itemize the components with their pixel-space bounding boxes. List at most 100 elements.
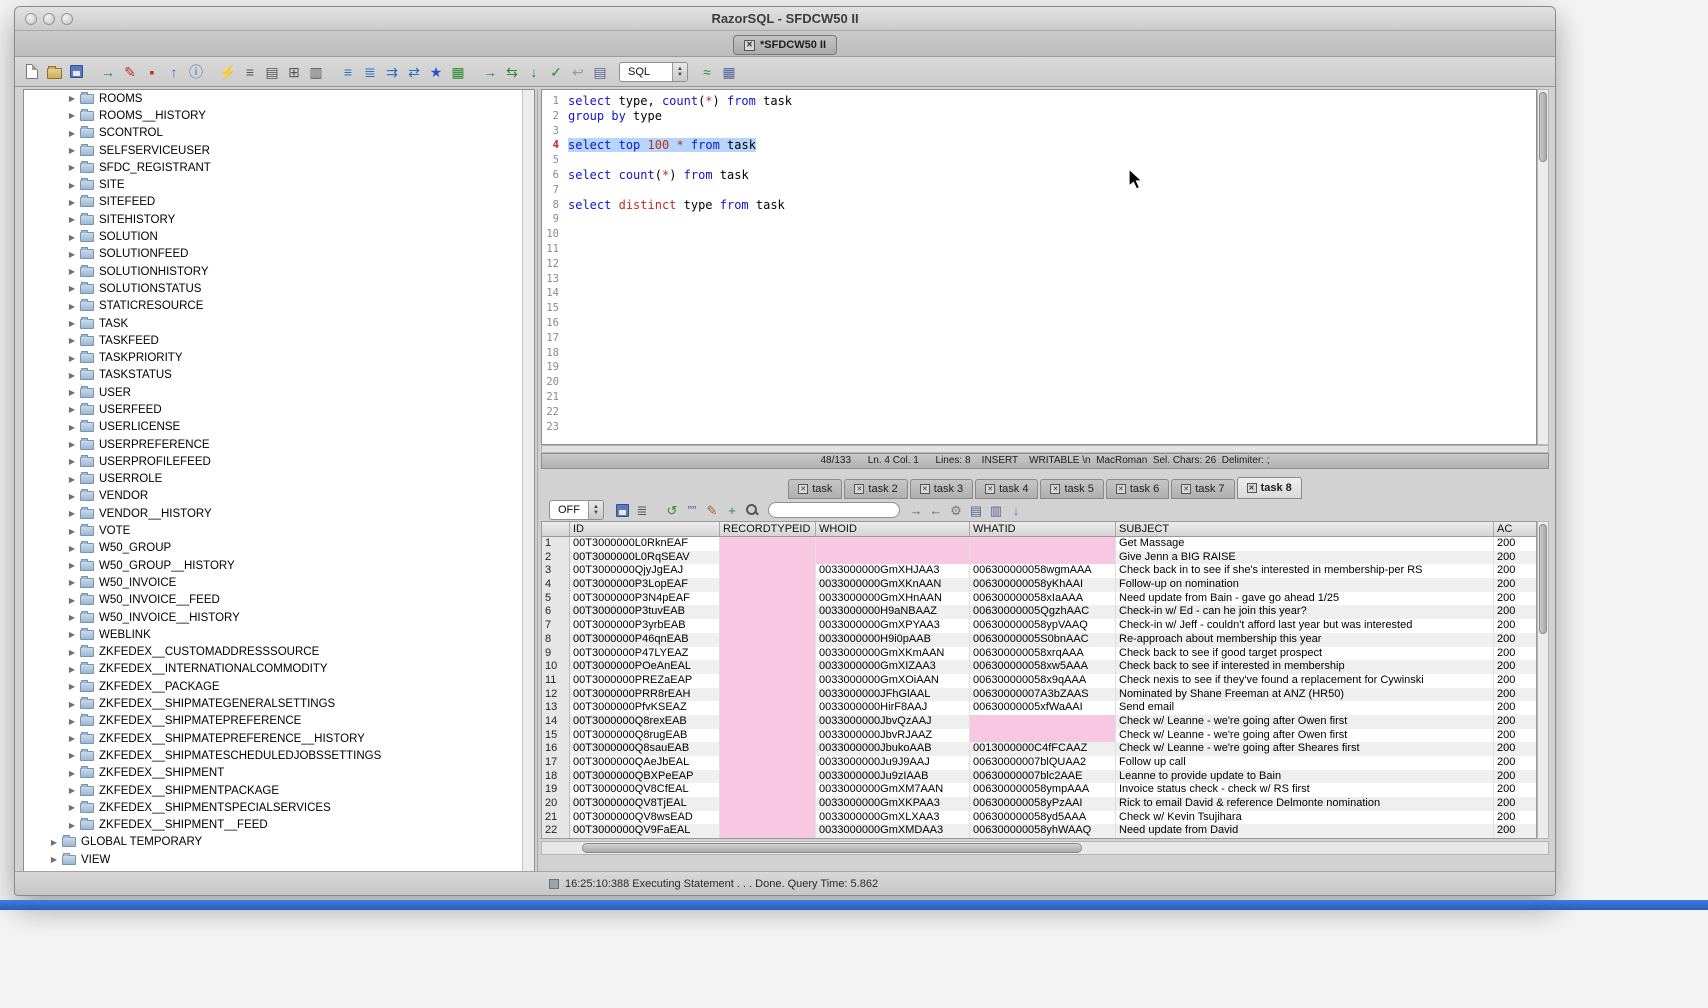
- scrollbar-thumb[interactable]: [582, 843, 1082, 853]
- expand-triangle-icon[interactable]: ▶: [66, 475, 78, 484]
- go-forward-icon[interactable]: →: [480, 62, 500, 82]
- results-tab[interactable]: ✕task 8: [1237, 477, 1302, 499]
- new-file-icon[interactable]: [22, 62, 42, 82]
- expand-triangle-icon[interactable]: ▶: [66, 613, 78, 622]
- tree-item[interactable]: ▶WEBLINK: [24, 626, 534, 643]
- table-cell[interactable]: 00T3000000P3yrbEAB: [570, 619, 720, 633]
- table-row[interactable]: 1100T3000000PREZaEAP0033000000GmXOiAAN00…: [542, 674, 1536, 688]
- table-cell[interactable]: 200: [1494, 742, 1537, 756]
- table-cell[interactable]: [720, 592, 816, 606]
- expand-triangle-icon[interactable]: ▶: [66, 544, 78, 553]
- open-file-icon[interactable]: [44, 62, 64, 82]
- expand-triangle-icon[interactable]: ▶: [66, 751, 78, 760]
- table-cell[interactable]: [720, 811, 816, 825]
- expand-triangle-icon[interactable]: ▶: [66, 181, 78, 190]
- edit-cell-icon[interactable]: ✎: [703, 501, 721, 519]
- table-cell[interactable]: 00T3000000L0RqSEAV: [570, 551, 720, 565]
- table-cell[interactable]: 00T3000000P46qnEAB: [570, 633, 720, 647]
- tree-item[interactable]: ▶GLOBAL TEMPORARY: [24, 834, 534, 851]
- tab-close-icon[interactable]: ✕: [985, 484, 995, 494]
- table-cell[interactable]: [720, 660, 816, 674]
- table-cell[interactable]: [720, 729, 816, 743]
- table-cell[interactable]: [720, 578, 816, 592]
- paste-icon[interactable]: ▥: [306, 62, 326, 82]
- table-row[interactable]: 1800T3000000QBXPeEAP0033000000Ju9zIAAB00…: [542, 770, 1536, 784]
- table-cell[interactable]: 200: [1494, 797, 1537, 811]
- table-edit-icon[interactable]: ▦: [448, 62, 468, 82]
- log-icon[interactable]: ▤: [590, 62, 610, 82]
- tree-vscrollbar[interactable]: [522, 90, 534, 874]
- swap-icon[interactable]: ⇆: [502, 62, 522, 82]
- results-tab[interactable]: ✕task 2: [844, 479, 907, 499]
- table-cell[interactable]: 0013000000C4fFCAAZ: [970, 742, 1116, 756]
- table-row[interactable]: 2200T3000000QV9FaEAL0033000000GmXMDAA300…: [542, 824, 1536, 838]
- table-cell[interactable]: [720, 619, 816, 633]
- expand-triangle-icon[interactable]: ▶: [66, 423, 78, 432]
- table-cell[interactable]: 200: [1494, 551, 1537, 565]
- tree-item[interactable]: ▶USERFEED: [24, 401, 534, 418]
- table-cell[interactable]: 00T3000000P3LopEAF: [570, 578, 720, 592]
- expand-triangle-icon[interactable]: ▶: [66, 388, 78, 397]
- table-cell[interactable]: 006300000058ypVAAQ: [970, 619, 1116, 633]
- table-cell[interactable]: 0033000000GmXKnAAN: [816, 578, 970, 592]
- expand-triangle-icon[interactable]: ▶: [66, 111, 78, 120]
- table-cell[interactable]: [970, 551, 1116, 565]
- statement-type-select[interactable]: SQL ▲▼: [619, 62, 688, 82]
- undo-icon[interactable]: ↩: [568, 62, 588, 82]
- table-cell[interactable]: Nominated by Shane Freeman at ANZ (HR50): [1116, 688, 1494, 702]
- expand-triangle-icon[interactable]: ▶: [66, 665, 78, 674]
- table-cell[interactable]: 0033000000HirF8AAJ: [816, 701, 970, 715]
- table-cell[interactable]: Give Jenn a BIG RAISE: [1116, 551, 1494, 565]
- table-cell[interactable]: Check nexis to see if they've found a re…: [1116, 674, 1494, 688]
- expand-triangle-icon[interactable]: ▶: [66, 509, 78, 518]
- table-cell[interactable]: [720, 715, 816, 729]
- table-cell[interactable]: 00T3000000Q8rexEAB: [570, 715, 720, 729]
- table-cell[interactable]: 00630000007blQUAA2: [970, 756, 1116, 770]
- column-header[interactable]: SUBJECT: [1116, 522, 1494, 536]
- expand-triangle-icon[interactable]: ▶: [66, 198, 78, 207]
- expand-triangle-icon[interactable]: ▶: [66, 682, 78, 691]
- table-cell[interactable]: 00T3000000L0RknEAF: [570, 537, 720, 551]
- table-cell[interactable]: 00T3000000QAeJbEAL: [570, 756, 720, 770]
- row-limit-spinner[interactable]: OFF ▲▼: [549, 500, 604, 520]
- table-cell[interactable]: 00T3000000QjyJgEAJ: [570, 564, 720, 578]
- table-cell[interactable]: 00630000007A3bZAAS: [970, 688, 1116, 702]
- column-header[interactable]: WHATID: [970, 522, 1116, 536]
- tree-item[interactable]: ▶SOLUTIONSTATUS: [24, 280, 534, 297]
- table-cell[interactable]: 200: [1494, 647, 1537, 661]
- tree-item[interactable]: ▶SCONTROL: [24, 125, 534, 142]
- table-cell[interactable]: [720, 742, 816, 756]
- table-cell[interactable]: 006300000058x9qAAA: [970, 674, 1116, 688]
- save-results-icon[interactable]: [613, 501, 631, 519]
- edit-red-icon[interactable]: ✎: [120, 62, 140, 82]
- tree-item[interactable]: ▶USERLICENSE: [24, 419, 534, 436]
- expand-triangle-icon[interactable]: ▶: [66, 803, 78, 812]
- expand-triangle-icon[interactable]: ▶: [66, 250, 78, 259]
- arrow-right-icon[interactable]: →: [907, 501, 925, 519]
- tab-close-icon[interactable]: ✕: [854, 484, 864, 494]
- table-row[interactable]: 1200T3000000PRR8rEAH0033000000JFhGlAAL00…: [542, 688, 1536, 702]
- table-cell[interactable]: 200: [1494, 660, 1537, 674]
- tree-item[interactable]: ▶VIEW: [24, 851, 534, 868]
- table-cell[interactable]: Check w/ Leanne - we're going after Shea…: [1116, 742, 1494, 756]
- tab-close-icon[interactable]: ✕: [1050, 484, 1060, 494]
- table-cell[interactable]: Check w/ Kevin Tsujihara: [1116, 811, 1494, 825]
- table-row[interactable]: 600T3000000P3tuvEAB0033000000H9aNBAAZ006…: [542, 605, 1536, 619]
- table-cell[interactable]: 0033000000GmXMDAA3: [816, 824, 970, 838]
- table-row[interactable]: 400T3000000P3LopEAF0033000000GmXKnAAN006…: [542, 578, 1536, 592]
- expand-triangle-icon[interactable]: ▶: [66, 821, 78, 830]
- tree-item[interactable]: ▶ZKFEDEX__SHIPMATEPREFERENCE__HISTORY: [24, 730, 534, 747]
- results-tab[interactable]: ✕task 6: [1106, 479, 1169, 499]
- document-tab[interactable]: ✕ *SFDCW50 II: [733, 35, 837, 55]
- expand-triangle-icon[interactable]: ▶: [66, 717, 78, 726]
- expand-triangle-icon[interactable]: ▶: [66, 492, 78, 501]
- expand-triangle-icon[interactable]: ▶: [66, 527, 78, 536]
- table-cell[interactable]: 00T3000000QV8CfEAL: [570, 783, 720, 797]
- table-cell[interactable]: 200: [1494, 729, 1537, 743]
- expand-triangle-icon[interactable]: ▶: [48, 838, 60, 847]
- table-cell[interactable]: 0033000000GmXLXAA3: [816, 811, 970, 825]
- save-icon[interactable]: [66, 62, 86, 82]
- tree-item[interactable]: ▶ZKFEDEX__SHIPMENTPACKAGE: [24, 782, 534, 799]
- scrollbar-thumb[interactable]: [1539, 92, 1547, 162]
- table-cell[interactable]: 00T3000000PfvKSEAZ: [570, 701, 720, 715]
